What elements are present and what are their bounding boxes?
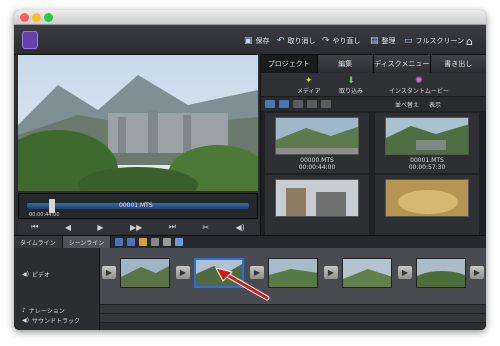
organize-icon: ▤ xyxy=(370,36,379,46)
tab-disc-menu[interactable]: ディスクメニュー xyxy=(374,55,431,73)
scene-clip[interactable] xyxy=(120,258,170,288)
subtab-media[interactable]: ✦ メディア xyxy=(297,76,321,95)
media-subtabs: ✦ メディア ⬇ 取り込み ✺ インスタントムービー xyxy=(261,73,486,97)
redo-button[interactable]: ↷ やり直し xyxy=(322,34,361,48)
split-icon[interactable]: ✂ xyxy=(202,223,209,232)
zoom-window-button[interactable] xyxy=(44,13,53,22)
title-icon[interactable] xyxy=(151,238,160,246)
folder-icon[interactable] xyxy=(293,100,303,108)
subtab-instant-movie[interactable]: ✺ インスタントムービー xyxy=(389,76,449,95)
organize-button[interactable]: ▤ 整理 xyxy=(370,34,396,48)
transition-slot[interactable]: ▶ xyxy=(470,266,484,279)
timecode-display: 00:00:44:00 xyxy=(29,212,60,218)
minimize-window-button[interactable] xyxy=(32,13,41,22)
preview-frame-image xyxy=(18,55,258,191)
panel-tabs: プロジェクト 編集 ディスクメニュー 書き出し xyxy=(261,55,486,73)
marker-icon[interactable] xyxy=(175,238,184,246)
media-icon: ✦ xyxy=(305,76,313,86)
sort-dropdown[interactable]: 並べ替え xyxy=(395,100,419,109)
tab-sceneline[interactable]: シーンライン xyxy=(62,236,112,248)
home-button[interactable]: ⌂ xyxy=(466,34,473,48)
rewind-icon[interactable]: ⏮ xyxy=(31,222,38,232)
clip-duration: 00:00:57:30 xyxy=(408,164,446,171)
fullscreen-button[interactable]: ▭ フルスクリーン xyxy=(404,34,464,48)
step-forward-icon[interactable]: ▶▶ xyxy=(130,223,142,232)
playhead-handle[interactable] xyxy=(49,199,55,213)
subtab-import[interactable]: ⬇ 取り込み xyxy=(339,76,363,95)
new-folder-icon[interactable] xyxy=(307,100,317,108)
play-icon[interactable]: ▶ xyxy=(97,223,103,232)
list-view-icon[interactable] xyxy=(265,100,275,108)
clip-thumbnail xyxy=(275,117,359,155)
media-item[interactable]: 00000.MTS 00:00:44:00 xyxy=(265,113,369,173)
project-panel: プロジェクト 編集 ディスクメニュー 書き出し ✦ メディア ⬇ 取り込み ✺ インス… xyxy=(260,55,486,235)
view-icon[interactable] xyxy=(115,238,124,246)
clip-thumbnail xyxy=(275,179,359,217)
soundtrack-track[interactable] xyxy=(100,313,486,322)
title-bar xyxy=(14,10,486,25)
instant-movie-icon: ✺ xyxy=(415,76,423,86)
undo-button[interactable]: ↶ 取り消し xyxy=(277,34,316,48)
display-label: 表示 xyxy=(429,101,442,109)
audio-icon[interactable] xyxy=(163,238,172,246)
clip-label: 00001.MTS xyxy=(119,202,153,209)
fast-forward-icon[interactable]: ⏭ xyxy=(169,222,176,232)
playback-controls: ⏮ ◀ ▶ ▶▶ ⏭ ✂ ◀) xyxy=(18,220,258,234)
sceneline-strip: ▶ ▶ ▶ ▶ ▶ ▶ xyxy=(100,248,486,304)
save-icon: ▣ xyxy=(244,36,253,46)
video-track-label: ◀) ビデオ xyxy=(22,271,50,279)
media-item[interactable] xyxy=(265,175,369,235)
soundtrack-track-label: ◀) サウンドトラック xyxy=(22,317,80,325)
media-item[interactable]: 00001.MTS 00:00:57:30 xyxy=(375,113,479,173)
view-options-bar: 並べ替え 表示 xyxy=(261,97,486,111)
clip-name: 00000.MTS xyxy=(300,157,334,164)
tab-project[interactable]: プロジェクト xyxy=(261,55,318,73)
annotation-arrow-icon xyxy=(215,267,270,301)
clip-thumbnail xyxy=(385,117,469,155)
volume-icon[interactable]: ◀) xyxy=(235,223,244,232)
clip-thumbnail xyxy=(385,179,469,217)
microphone-icon: ♪ xyxy=(22,307,26,314)
import-icon: ⬇ xyxy=(347,76,355,86)
narration-track[interactable] xyxy=(100,304,486,313)
soundtrack-icon: ◀) xyxy=(22,317,29,324)
grid-view-icon[interactable] xyxy=(279,100,289,108)
narration-track-label: ♪ ナレーション xyxy=(22,307,65,315)
timeline-tabbar: タイムライン シーンライン xyxy=(14,236,486,248)
clip-name: 00001.MTS xyxy=(410,157,444,164)
save-button[interactable]: ▣ 保存 xyxy=(244,34,270,48)
preview-scrubber[interactable]: 00001.MTS 00:00:44:00 xyxy=(18,193,258,219)
main-toolbar: ▣ 保存 ↶ 取り消し ↷ やり直し ▤ 整理 ▭ フルスクリーン ⌂ xyxy=(14,25,486,55)
speaker-icon: ◀) xyxy=(22,271,29,278)
media-grid: 00000.MTS 00:00:44:00 00001.MTS 00:00:57… xyxy=(261,111,486,235)
clip-duration: 00:00:44:00 xyxy=(298,164,336,171)
tab-timeline[interactable]: タイムライン xyxy=(14,236,63,248)
timeline-scrollbar[interactable] xyxy=(100,322,486,330)
scene-clip[interactable] xyxy=(416,258,466,288)
scene-clip[interactable] xyxy=(342,258,392,288)
tab-edit[interactable]: 編集 xyxy=(317,55,374,73)
transition-slot[interactable]: ▶ xyxy=(102,266,116,279)
app-logo-icon xyxy=(22,31,38,49)
fullscreen-icon: ▭ xyxy=(404,36,413,46)
video-preview xyxy=(18,55,258,191)
delete-icon[interactable] xyxy=(321,100,331,108)
close-window-button[interactable] xyxy=(20,13,29,22)
scene-clip[interactable] xyxy=(268,258,318,288)
redo-icon: ↷ xyxy=(322,36,330,46)
transition-slot[interactable]: ▶ xyxy=(324,266,338,279)
undo-icon: ↶ xyxy=(277,36,285,46)
track-labels: ◀) ビデオ ♪ ナレーション ◀) サウンドトラック xyxy=(14,248,100,330)
effects-icon[interactable] xyxy=(139,238,148,246)
tab-export[interactable]: 書き出し xyxy=(430,55,486,73)
home-icon: ⌂ xyxy=(466,34,473,48)
transition-slot[interactable]: ▶ xyxy=(176,266,190,279)
transition-slot[interactable]: ▶ xyxy=(398,266,412,279)
transition-icon[interactable] xyxy=(127,238,136,246)
media-item[interactable] xyxy=(375,175,479,235)
step-back-icon[interactable]: ◀ xyxy=(65,223,71,232)
